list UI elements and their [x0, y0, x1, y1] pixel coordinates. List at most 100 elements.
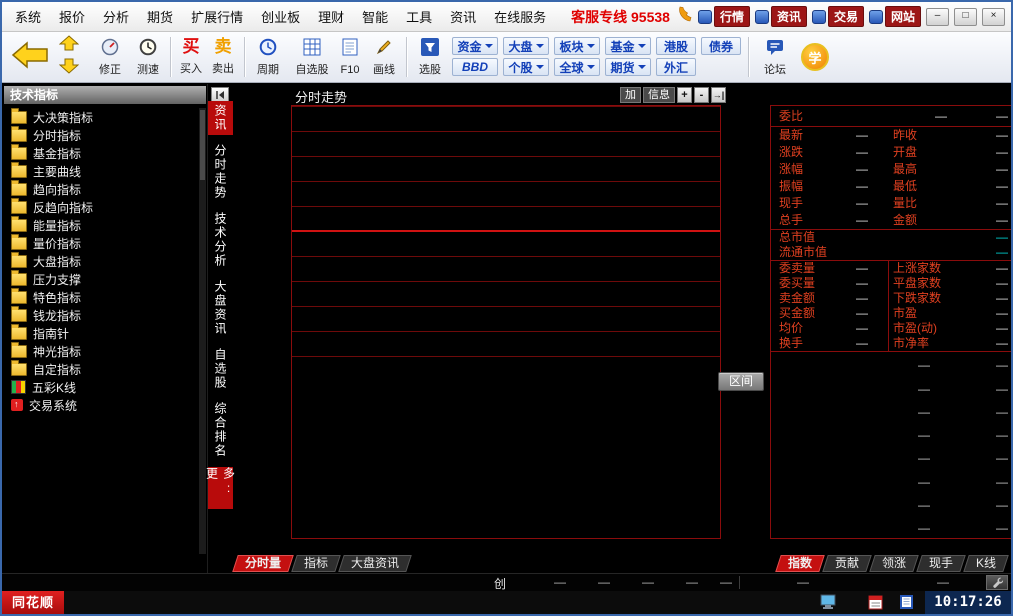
- notebook-icon[interactable]: [899, 594, 914, 615]
- forum-button[interactable]: 论坛: [758, 36, 792, 78]
- quick-link-news[interactable]: 资讯: [755, 6, 807, 27]
- global-dropdown[interactable]: 全球: [554, 58, 600, 76]
- range-button[interactable]: 区间: [718, 372, 764, 391]
- menu-item[interactable]: 报价: [50, 7, 94, 26]
- quote-value: —: [856, 127, 868, 144]
- sidebar-item[interactable]: 量价指标: [4, 234, 198, 252]
- empty-quote-row: ——: [771, 515, 1013, 538]
- correct-button[interactable]: 修正: [92, 36, 128, 78]
- add-button[interactable]: 加: [620, 87, 641, 103]
- sidebar-item[interactable]: 五彩K线: [4, 378, 198, 396]
- vtab-more[interactable]: 更多:: [208, 467, 233, 509]
- quick-link-quotes[interactable]: 行情: [698, 6, 750, 27]
- back-button[interactable]: [8, 36, 52, 78]
- quick-link-trade[interactable]: 交易: [812, 6, 864, 27]
- buy-button[interactable]: 买 买入: [176, 36, 206, 78]
- vtab-intraday[interactable]: 分时走势: [208, 141, 233, 203]
- sidebar-item[interactable]: 分时指标: [4, 126, 198, 144]
- tab-label: 指数: [788, 556, 812, 571]
- menu-item[interactable]: 分析: [94, 7, 138, 26]
- ticker-value: —: [686, 575, 698, 589]
- ticker-value: —: [797, 575, 809, 589]
- sidebar-item[interactable]: 反趋向指标: [4, 198, 198, 216]
- tab-gainers[interactable]: 领涨: [869, 555, 919, 572]
- vtab-technical[interactable]: 技术分析: [208, 209, 233, 271]
- stock-picker-button[interactable]: 选股: [412, 36, 448, 78]
- f10-button[interactable]: F10: [336, 36, 364, 78]
- sidebar-item[interactable]: 压力支撑: [4, 270, 198, 288]
- bbd-button[interactable]: BBD: [452, 58, 498, 76]
- zoom-out-button[interactable]: -: [694, 87, 709, 103]
- fund-dropdown[interactable]: 基金: [605, 37, 651, 55]
- futures-dropdown[interactable]: 期货: [605, 58, 651, 76]
- draw-line-button[interactable]: 画线: [366, 36, 402, 78]
- close-button[interactable]: ×: [982, 8, 1005, 26]
- hk-stock-button[interactable]: 港股: [656, 37, 696, 55]
- tab-current-volume[interactable]: 现手: [916, 555, 966, 572]
- quote-value: —: [996, 451, 1008, 465]
- tab-indicator[interactable]: 指标: [291, 555, 341, 572]
- menu-item[interactable]: 扩展行情: [182, 7, 252, 26]
- tab-index[interactable]: 指数: [775, 555, 825, 572]
- quote-label: 总手: [779, 212, 803, 229]
- quick-link-website[interactable]: 网站: [869, 6, 921, 27]
- study-button[interactable]: 学: [798, 36, 832, 78]
- sidebar-item[interactable]: 能量指标: [4, 216, 198, 234]
- calendar-icon[interactable]: [868, 594, 883, 615]
- collapse-panel-button[interactable]: [211, 87, 229, 102]
- tab-label: 贡献: [835, 556, 859, 571]
- menu-item[interactable]: 系统: [6, 7, 50, 26]
- menu-item[interactable]: 期货: [138, 7, 182, 26]
- quote-row: 最新—昨收—: [771, 127, 1013, 144]
- tab-kline[interactable]: K线: [963, 555, 1009, 572]
- sell-button[interactable]: 卖 卖出: [208, 36, 238, 78]
- sidebar-item[interactable]: 指南针: [4, 324, 198, 342]
- menu-item[interactable]: 工具: [397, 7, 441, 26]
- sidebar-item[interactable]: 神光指标: [4, 342, 198, 360]
- maximize-button[interactable]: □: [954, 8, 977, 26]
- sidebar-item[interactable]: 大盘指标: [4, 252, 198, 270]
- tab-contribution[interactable]: 贡献: [822, 555, 872, 572]
- bond-button[interactable]: 债券: [701, 37, 741, 55]
- tab-volume[interactable]: 分时量: [232, 555, 294, 572]
- sidebar-item[interactable]: 特色指标: [4, 288, 198, 306]
- menu-item[interactable]: 理财: [309, 7, 353, 26]
- menu-item[interactable]: 智能: [353, 7, 397, 26]
- vtab-ranking[interactable]: 综合排名: [208, 399, 233, 461]
- info-button[interactable]: 信息: [643, 87, 675, 103]
- settings-button[interactable]: [986, 575, 1008, 590]
- vtab-market-news[interactable]: 大盘资讯: [208, 277, 233, 339]
- vtab-news[interactable]: 资讯: [208, 101, 233, 135]
- quote-value: —: [856, 321, 868, 336]
- sector-dropdown[interactable]: 板块: [554, 37, 600, 55]
- sidebar-item[interactable]: 基金指标: [4, 144, 198, 162]
- menu-item[interactable]: 在线服务: [485, 7, 555, 26]
- sidebar-item[interactable]: 主要曲线: [4, 162, 198, 180]
- monitor-icon[interactable]: [820, 594, 836, 615]
- sidebar-item[interactable]: 大决策指标: [4, 108, 198, 126]
- market-dropdown[interactable]: 大盘: [503, 37, 549, 55]
- sidebar-item[interactable]: 钱龙指标: [4, 306, 198, 324]
- speed-test-button[interactable]: 测速: [130, 36, 166, 78]
- forex-button[interactable]: 外汇: [656, 58, 696, 76]
- nav-up-down[interactable]: [56, 36, 82, 78]
- menu-item[interactable]: 资讯: [441, 7, 485, 26]
- quote-value: —: [996, 336, 1008, 351]
- menu-item[interactable]: 创业板: [252, 7, 309, 26]
- funds-dropdown[interactable]: 资金: [452, 37, 498, 55]
- chevron-down-icon: [536, 65, 544, 69]
- period-button[interactable]: 周期: [250, 36, 286, 78]
- sidebar-item-label: 量价指标: [33, 235, 81, 252]
- next-page-button[interactable]: →|: [711, 87, 726, 103]
- vtab-watchlist[interactable]: 自选股: [208, 345, 233, 393]
- zoom-in-button[interactable]: +: [677, 87, 692, 103]
- sidebar-item[interactable]: 自定指标: [4, 360, 198, 378]
- sidebar-item[interactable]: 交易系统: [4, 396, 198, 414]
- tab-market-news[interactable]: 大盘资讯: [338, 555, 412, 572]
- minimize-button[interactable]: –: [926, 8, 949, 26]
- stock-dropdown[interactable]: 个股: [503, 58, 549, 76]
- watchlist-button[interactable]: 自选股: [290, 36, 334, 78]
- chevron-down-icon: [587, 65, 595, 69]
- sidebar-item[interactable]: 趋向指标: [4, 180, 198, 198]
- mid-price-line: [292, 230, 720, 232]
